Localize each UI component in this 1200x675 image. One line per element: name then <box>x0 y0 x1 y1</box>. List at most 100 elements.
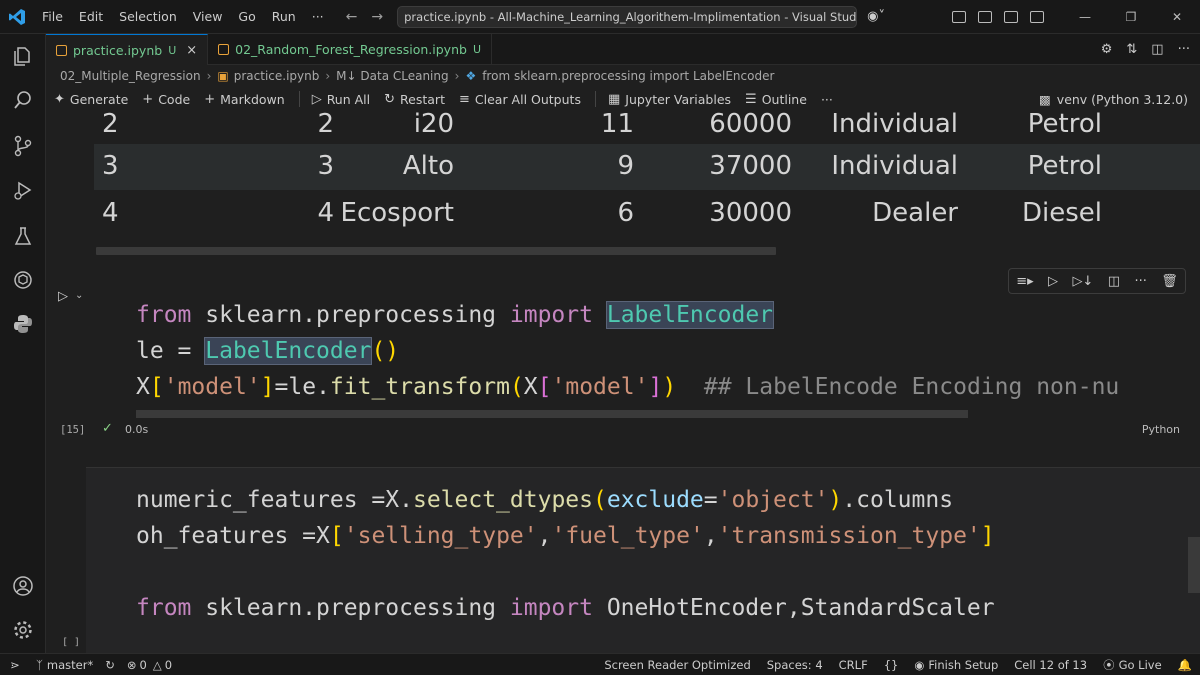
search-icon[interactable] <box>11 88 35 112</box>
split-cell-icon[interactable]: ◫ <box>1108 274 1120 289</box>
menu-view[interactable]: View <box>185 9 231 24</box>
editor-vertical-scrollbar[interactable] <box>1188 537 1200 593</box>
indentation-status[interactable]: Spaces: 4 <box>759 658 831 672</box>
explorer-icon[interactable] <box>11 44 35 68</box>
finish-setup-button[interactable]: ◉ Finish Setup <box>906 658 1006 672</box>
cell-more-icon[interactable]: ··· <box>1134 274 1146 289</box>
bracket: [ <box>329 523 344 549</box>
chatgpt-icon[interactable] <box>11 268 35 292</box>
cell-position-status[interactable]: Cell 12 of 13 <box>1006 658 1095 672</box>
testing-flask-icon[interactable] <box>11 224 35 248</box>
menu-go[interactable]: Go <box>230 9 263 24</box>
keyword: import <box>509 595 593 621</box>
run-cell-icon[interactable]: ▷ <box>58 289 68 304</box>
table-cell: Petrol <box>1027 111 1102 139</box>
add-markdown-cell-button[interactable]: + Markdown <box>204 92 284 107</box>
code-line: le = LabelEncoder() <box>136 333 399 369</box>
language-braces-icon[interactable]: {} <box>876 658 907 672</box>
title-bar: File Edit Selection View Go Run ··· ← → … <box>0 0 1200 34</box>
git-branch-status[interactable]: ᛉ master* <box>30 658 99 672</box>
screen-reader-status[interactable]: Screen Reader Optimized <box>596 658 758 672</box>
account-icon[interactable] <box>11 574 35 598</box>
copilot-icon[interactable]: ◉˅ <box>867 9 885 24</box>
toggle-panel-icon[interactable] <box>978 11 992 23</box>
menu-edit[interactable]: Edit <box>71 9 111 24</box>
split-editor-icon[interactable]: ◫ <box>1151 42 1163 57</box>
finish-setup-label: Finish Setup <box>928 658 999 672</box>
close-window-icon[interactable]: ✕ <box>1154 0 1200 34</box>
tab-practice-ipynb[interactable]: practice.ipynb U × <box>46 34 209 65</box>
back-arrow-icon[interactable]: ← <box>346 9 358 25</box>
code-cell[interactable]: numeric_features =X.select_dtypes(exclud… <box>86 467 1200 653</box>
close-tab-icon[interactable]: × <box>186 43 197 58</box>
problems-status[interactable]: ⊗ 0 △ 0 <box>121 658 178 672</box>
warning-count: 0 <box>164 657 173 672</box>
comma: , <box>537 523 552 549</box>
breadcrumb-file[interactable]: practice.ipynb <box>234 69 320 83</box>
execute-below-icon[interactable]: ▷↓ <box>1072 274 1093 289</box>
string: 'model' <box>551 374 649 400</box>
forward-arrow-icon[interactable]: → <box>371 9 383 25</box>
restore-icon[interactable]: ❐ <box>1108 0 1154 34</box>
menu-selection[interactable]: Selection <box>111 9 185 24</box>
jupyter-variables-button[interactable]: ▦ Jupyter Variables <box>608 92 731 107</box>
command-center-search[interactable]: practice.ipynb - All-Machine_Learning_Al… <box>397 5 858 28</box>
object: X. <box>385 487 413 513</box>
restart-button[interactable]: ↻ Restart <box>384 92 445 107</box>
chevron-right-icon: › <box>325 69 331 83</box>
more-actions-icon[interactable]: ··· <box>1178 42 1190 57</box>
customize-layout-icon[interactable] <box>1030 11 1044 23</box>
notebook-settings-gear-icon[interactable]: ⚙ <box>1101 42 1113 57</box>
plus-icon: + <box>204 91 216 107</box>
breadcrumb-code-cell[interactable]: from sklearn.preprocessing import LabelE… <box>482 69 774 83</box>
cell-horizontal-scrollbar[interactable] <box>136 410 968 418</box>
string: 'transmission_type' <box>717 523 981 549</box>
sync-icon[interactable]: ↻ <box>99 658 121 672</box>
menu-file[interactable]: File <box>34 9 71 24</box>
toggle-primary-sidebar-icon[interactable] <box>952 11 966 23</box>
go-live-label: Go Live <box>1118 658 1162 672</box>
source-control-icon[interactable] <box>11 134 35 158</box>
go-live-button[interactable]: ⦿ Go Live <box>1095 657 1170 673</box>
module: sklearn.preprocessing <box>191 595 510 621</box>
toolbar-more-button[interactable]: ··· <box>821 92 833 107</box>
attribute: .columns <box>842 487 954 513</box>
notebook-editor[interactable]: 2 2 i20 11 60000 Individual Petrol 3 3 A… <box>46 111 1200 653</box>
delete-cell-icon[interactable]: 🗑 <box>1161 274 1178 289</box>
eol-status[interactable]: CRLF <box>831 658 876 672</box>
compare-changes-icon[interactable]: ⇅ <box>1126 42 1137 57</box>
menu-run[interactable]: Run <box>264 9 304 24</box>
menu-more[interactable]: ··· <box>304 9 332 24</box>
toggle-secondary-sidebar-icon[interactable] <box>1004 11 1018 23</box>
run-debug-icon[interactable] <box>11 178 35 202</box>
output-horizontal-scrollbar[interactable] <box>96 247 776 255</box>
minimize-icon[interactable]: — <box>1062 0 1108 34</box>
execute-above-icon[interactable]: ≡▸ <box>1016 274 1033 289</box>
tab-label: practice.ipynb <box>73 42 163 58</box>
tab-label: 02_Random_Forest_Regression.ipynb <box>235 42 467 57</box>
kernel-picker[interactable]: ▩ venv (Python 3.12.0) <box>1039 87 1188 111</box>
bracket: [ <box>149 374 164 400</box>
bracket: ] <box>648 374 663 400</box>
python-icon[interactable] <box>11 312 35 336</box>
tab-random-forest-ipynb[interactable]: 02_Random_Forest_Regression.ipynb U <box>208 34 492 65</box>
notifications-bell-icon[interactable]: 🔔 <box>1170 658 1200 672</box>
run-all-button[interactable]: ▷ Run All <box>312 92 370 107</box>
string: 'selling_type' <box>343 523 538 549</box>
cell-language[interactable]: Python <box>1142 423 1180 436</box>
untracked-badge: U <box>472 43 481 56</box>
bracket: [ <box>537 374 552 400</box>
imports: OneHotEncoder,StandardScaler <box>592 595 995 621</box>
settings-gear-icon[interactable] <box>11 618 35 642</box>
clear-all-outputs-button[interactable]: ≡ Clear All Outputs <box>459 92 581 107</box>
code-cell-active[interactable]: from sklearn.preprocessing import LabelE… <box>86 295 1200 402</box>
add-code-cell-button[interactable]: + Code <box>142 92 190 107</box>
breadcrumb-folder[interactable]: 02_Multiple_Regression <box>60 69 201 83</box>
operator: = <box>302 523 317 549</box>
execute-cell-icon[interactable]: ▷ <box>1048 274 1058 289</box>
generate-button[interactable]: ✦ Generate <box>54 92 128 107</box>
outline-button[interactable]: ☰ Outline <box>745 92 807 107</box>
remote-indicator-icon[interactable]: ⋗ <box>0 654 30 675</box>
breadcrumb-markdown-section[interactable]: M↓ Data CLeaning <box>336 69 448 83</box>
chevron-down-icon[interactable]: ⌄ <box>75 290 83 301</box>
